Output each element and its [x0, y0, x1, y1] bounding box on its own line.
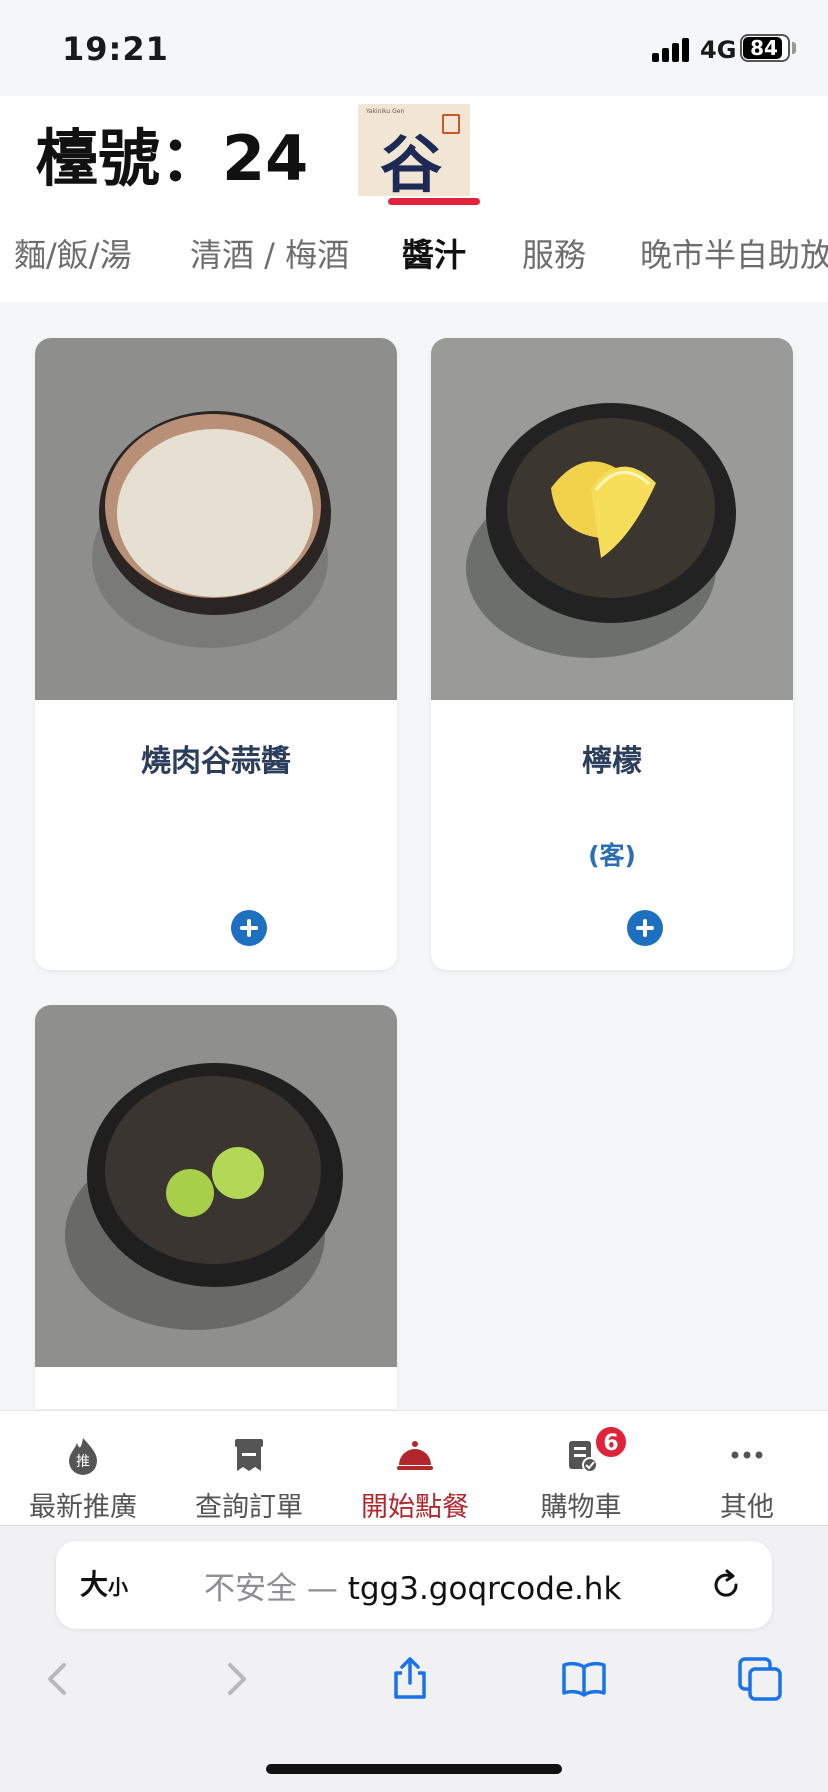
url-insecure-label: 不安全 — [204, 1571, 348, 1607]
item-name: 檸檬 [582, 744, 642, 779]
battery-level: 84 [750, 36, 778, 60]
signal-icon [652, 36, 692, 62]
item-unit: (客) [588, 841, 636, 870]
nav-more[interactable]: 其他 [664, 1421, 828, 1523]
browser-chrome: 大小 不安全 — tgg3.goqrcode.hk [0, 1527, 828, 1792]
network-type: 4G [700, 36, 737, 64]
tab-service[interactable]: 服務 [522, 230, 586, 276]
bottom-navigation: 推 最新推廣 查詢訂單 開始點餐 6 購物車 其他 [0, 1410, 828, 1526]
battery-nub [792, 42, 796, 54]
logo-glyph: 谷 [380, 128, 443, 201]
tab-noodles-rice-soup[interactable]: 麵/飯/湯 [14, 230, 132, 276]
menu-item-card[interactable]: 檸檬 (客) [431, 338, 793, 970]
menu-item-card[interactable]: 燒肉谷蒜醬 [35, 338, 397, 970]
nav-label: 查詢訂單 [195, 1492, 303, 1523]
tab-sake-plum-wine[interactable]: 清酒 / 梅酒 [190, 230, 349, 276]
forward-icon[interactable] [212, 1655, 260, 1703]
nav-cart[interactable]: 6 購物車 [498, 1421, 664, 1523]
back-icon[interactable] [34, 1655, 82, 1703]
more-dots-icon [731, 1451, 763, 1459]
lemon-photo [431, 338, 793, 700]
tabs-icon[interactable] [736, 1655, 784, 1703]
food-cloche-icon [397, 1441, 433, 1470]
share-icon[interactable] [386, 1655, 434, 1703]
text-size-button[interactable]: 大小 [80, 1563, 128, 1603]
url-domain: tgg3.goqrcode.hk [347, 1571, 622, 1607]
menu-item-card[interactable] [35, 1005, 397, 1409]
nav-label: 購物車 [540, 1492, 622, 1523]
wasabi-photo [35, 1005, 397, 1367]
status-time: 19:21 [62, 30, 169, 68]
logo-stamp [442, 114, 460, 134]
address-bar[interactable]: 大小 不安全 — tgg3.goqrcode.hk [56, 1541, 772, 1629]
add-item-button[interactable] [231, 910, 267, 946]
receipt-icon [235, 1439, 263, 1471]
nav-promotions[interactable]: 推 最新推廣 [0, 1421, 166, 1523]
item-name: 燒肉谷蒜醬 [141, 744, 291, 779]
text-size-small: 小 [108, 1575, 129, 1599]
nav-start-ordering[interactable]: 開始點餐 [332, 1421, 498, 1523]
add-item-button[interactable] [627, 910, 663, 946]
nav-label: 最新推廣 [29, 1492, 137, 1523]
bookmarks-icon[interactable] [560, 1655, 608, 1703]
text-size-large: 大 [80, 1568, 109, 1601]
home-indicator [266, 1764, 562, 1774]
svg-text:推: 推 [76, 1454, 90, 1470]
restaurant-logo: Yakiniku Gen 谷 [358, 104, 470, 201]
cart-count-badge: 6 [594, 1425, 628, 1459]
nav-order-history[interactable]: 查詢訂單 [166, 1421, 332, 1523]
flame-icon: 推 [69, 1438, 97, 1475]
status-bar: 19:21 4G 84 [0, 0, 828, 96]
reload-icon[interactable] [708, 1567, 744, 1603]
tab-dinner-buffet[interactable]: 晚市半自助放題 [640, 230, 828, 276]
nav-label: 其他 [720, 1492, 774, 1523]
nav-label: 開始點餐 [361, 1492, 469, 1523]
table-number: 檯號：24 [36, 122, 309, 195]
category-tabs: 麵/飯/湯 清酒 / 梅酒 醬汁 服務 晚市半自助放題 [0, 216, 828, 302]
active-tab-indicator [388, 198, 480, 205]
garlic-sauce-photo [35, 338, 397, 700]
battery-icon: 84 [740, 34, 790, 62]
tab-sauces[interactable]: 醬汁 [402, 230, 466, 276]
url-display[interactable]: 不安全 — tgg3.goqrcode.hk [204, 1563, 621, 1608]
